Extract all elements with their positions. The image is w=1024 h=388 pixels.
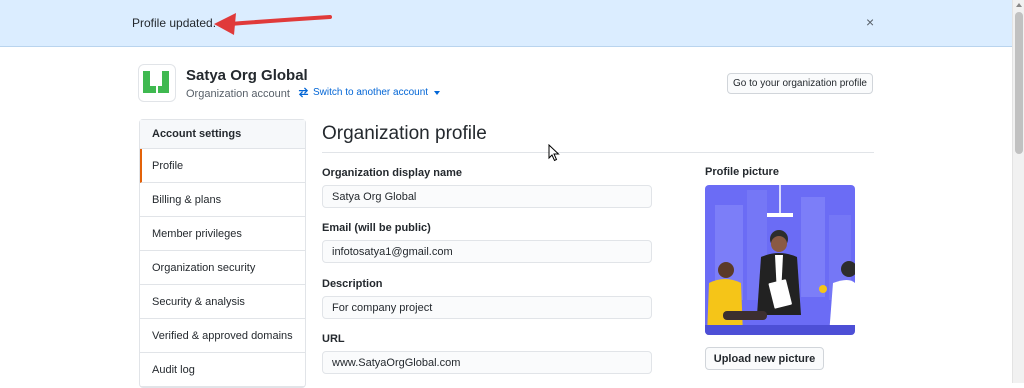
profile-picture [705, 185, 855, 335]
profile-illustration-icon [705, 185, 855, 335]
caret-down-icon [434, 90, 441, 95]
profile-picture-label: Profile picture [705, 166, 779, 178]
sidebar-item-profile[interactable]: Profile [140, 149, 305, 183]
sidebar-heading: Account settings [140, 120, 305, 149]
sidebar-item-billing[interactable]: Billing & plans [140, 183, 305, 217]
mouse-cursor-icon [548, 144, 560, 162]
page-title: Organization profile [322, 123, 487, 144]
display-name-field[interactable] [322, 185, 652, 208]
scroll-up-arrow-icon[interactable] [1016, 3, 1022, 7]
red-arrow-icon [214, 13, 332, 35]
sidebar-item-member-privileges[interactable]: Member privileges [140, 217, 305, 251]
sidebar-item-security-analysis[interactable]: Security & analysis [140, 285, 305, 319]
close-icon[interactable]: × [866, 14, 874, 30]
switch-account-link[interactable]: Switch to another account [298, 87, 441, 98]
url-label: URL [322, 333, 345, 345]
sidebar-item-organization-security[interactable]: Organization security [140, 251, 305, 285]
description-label: Description [322, 278, 383, 290]
org-avatar [138, 64, 176, 102]
sidebar-item-verified-domains[interactable]: Verified & approved domains [140, 319, 305, 353]
sidebar-item-audit-log[interactable]: Audit log [140, 353, 305, 387]
settings-sidebar: Account settings Profile Billing & plans… [139, 119, 306, 388]
email-label: Email (will be public) [322, 222, 431, 234]
email-field[interactable] [322, 240, 652, 263]
flash-banner: Profile updated. × [0, 0, 1012, 47]
title-divider [322, 152, 874, 153]
arrows-switch-icon [298, 87, 309, 98]
switch-account-label[interactable]: Switch to another account [313, 87, 428, 98]
flash-message: Profile updated. [132, 16, 217, 30]
org-name: Satya Org Global [186, 67, 308, 84]
org-logo-icon [143, 71, 169, 93]
url-field[interactable] [322, 351, 652, 374]
org-type: Organization account [186, 88, 290, 100]
scrollbar-thumb[interactable] [1015, 12, 1023, 154]
description-field[interactable] [322, 296, 652, 319]
vertical-scrollbar[interactable] [1012, 0, 1024, 383]
go-to-org-profile-button[interactable]: Go to your organization profile [727, 73, 873, 94]
display-name-label: Organization display name [322, 167, 462, 179]
upload-picture-button[interactable]: Upload new picture [705, 347, 824, 370]
